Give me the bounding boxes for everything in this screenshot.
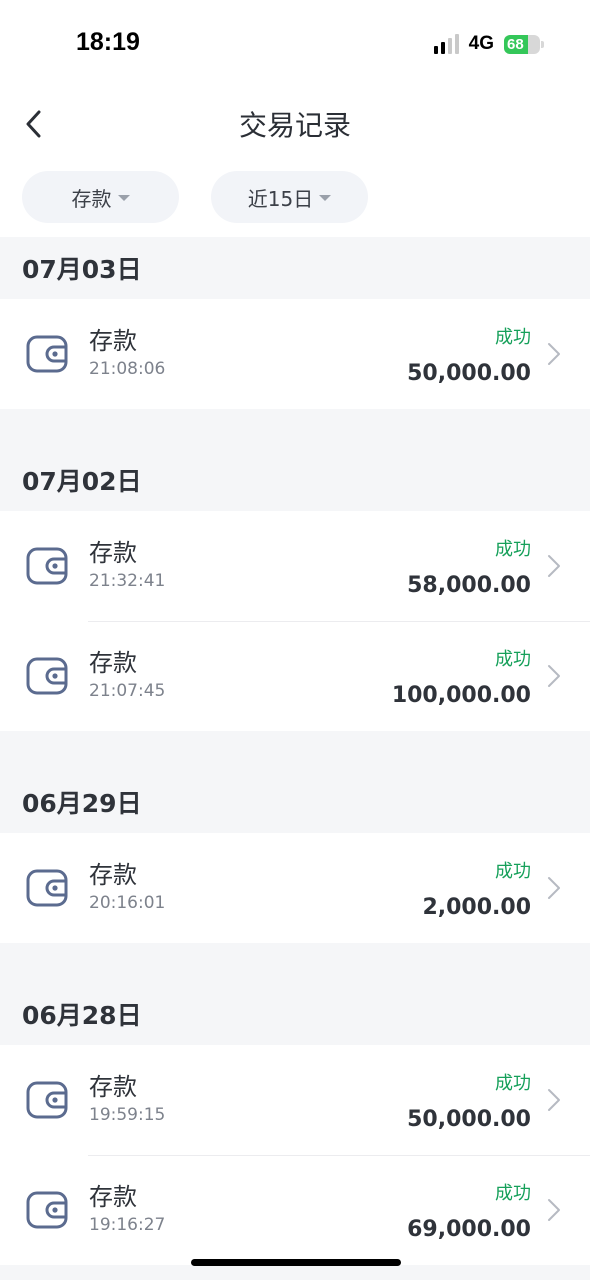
type-filter-dropdown[interactable]: 存款 [22, 171, 179, 223]
transaction-time: 19:59:15 [89, 1105, 166, 1125]
transaction-list: 07月03日 存款 21:08:06 成功 50,000.00 07月02日 存款 21:32… [0, 237, 590, 1265]
screen: 18:19 4G 68 交易记录 存款 近15日 07月03日 存款 21:08… [0, 0, 590, 1280]
transaction-amount: 58,000.00 [407, 573, 531, 598]
transaction-time: 20:16:01 [89, 893, 166, 913]
transaction-row[interactable]: 存款 19:16:27 成功 69,000.00 [0, 1155, 590, 1265]
filter-bar: 存款 近15日 [0, 160, 590, 237]
row-divider [88, 621, 590, 622]
date-group-header: 07月02日 [0, 409, 590, 511]
home-indicator[interactable] [191, 1259, 401, 1266]
wallet-icon [25, 866, 69, 910]
date-range-filter-dropdown[interactable]: 近15日 [211, 171, 368, 223]
network-type: 4G [468, 33, 494, 54]
battery-level: 68 [507, 35, 524, 53]
transaction-status: 成功 [495, 861, 531, 882]
date-range-filter-label: 近15日 [247, 186, 314, 211]
date-group-header: 06月29日 [0, 731, 590, 833]
row-divider [88, 1155, 590, 1156]
nav-bar: 交易记录 [0, 88, 590, 160]
page-title: 交易记录 [238, 109, 351, 142]
status-bar: 18:19 4G 68 [0, 0, 590, 88]
date-group-header: 06月28日 [0, 943, 590, 1045]
caret-down-icon [117, 195, 130, 201]
transaction-type: 存款 [89, 1183, 137, 1211]
chevron-right-icon [546, 1198, 562, 1222]
transaction-amount: 100,000.00 [391, 683, 531, 708]
transaction-row[interactable]: 存款 21:32:41 成功 58,000.00 [0, 511, 590, 621]
wallet-icon [25, 332, 69, 376]
transaction-time: 21:32:41 [89, 571, 166, 591]
transaction-status: 成功 [495, 1073, 531, 1094]
transaction-status: 成功 [495, 649, 531, 670]
transaction-type: 存款 [89, 649, 137, 677]
transaction-type: 存款 [89, 327, 137, 355]
transaction-time: 21:07:45 [89, 681, 166, 701]
chevron-right-icon [546, 342, 562, 366]
transaction-status: 成功 [495, 539, 531, 560]
type-filter-label: 存款 [71, 186, 112, 211]
transaction-type: 存款 [89, 861, 137, 889]
signal-icon [433, 34, 459, 54]
transaction-row[interactable]: 存款 21:07:45 成功 100,000.00 [0, 621, 590, 731]
wallet-icon [25, 654, 69, 698]
transaction-amount: 69,000.00 [407, 1217, 531, 1242]
transaction-type: 存款 [89, 539, 137, 567]
transaction-status: 成功 [495, 1183, 531, 1204]
date-group-header: 07月03日 [0, 237, 590, 299]
transaction-amount: 50,000.00 [407, 1107, 531, 1132]
chevron-right-icon [546, 1088, 562, 1112]
status-time: 18:19 [76, 28, 140, 56]
chevron-right-icon [546, 664, 562, 688]
transaction-time: 19:16:27 [89, 1215, 166, 1235]
chevron-right-icon [546, 876, 562, 900]
wallet-icon [25, 1188, 69, 1232]
transaction-amount: 50,000.00 [407, 361, 531, 386]
transaction-row[interactable]: 存款 19:59:15 成功 50,000.00 [0, 1045, 590, 1155]
transaction-time: 21:08:06 [89, 359, 166, 379]
transaction-row[interactable]: 存款 21:08:06 成功 50,000.00 [0, 299, 590, 409]
transaction-type: 存款 [89, 1073, 137, 1101]
chevron-right-icon [546, 554, 562, 578]
status-indicators: 4G 68 [433, 33, 544, 55]
wallet-icon [25, 544, 69, 588]
battery-icon: 68 [504, 34, 544, 54]
transaction-amount: 2,000.00 [422, 895, 531, 920]
caret-down-icon [319, 195, 332, 201]
transaction-row[interactable]: 存款 20:16:01 成功 2,000.00 [0, 833, 590, 943]
wallet-icon [25, 1078, 69, 1122]
transaction-status: 成功 [495, 327, 531, 348]
